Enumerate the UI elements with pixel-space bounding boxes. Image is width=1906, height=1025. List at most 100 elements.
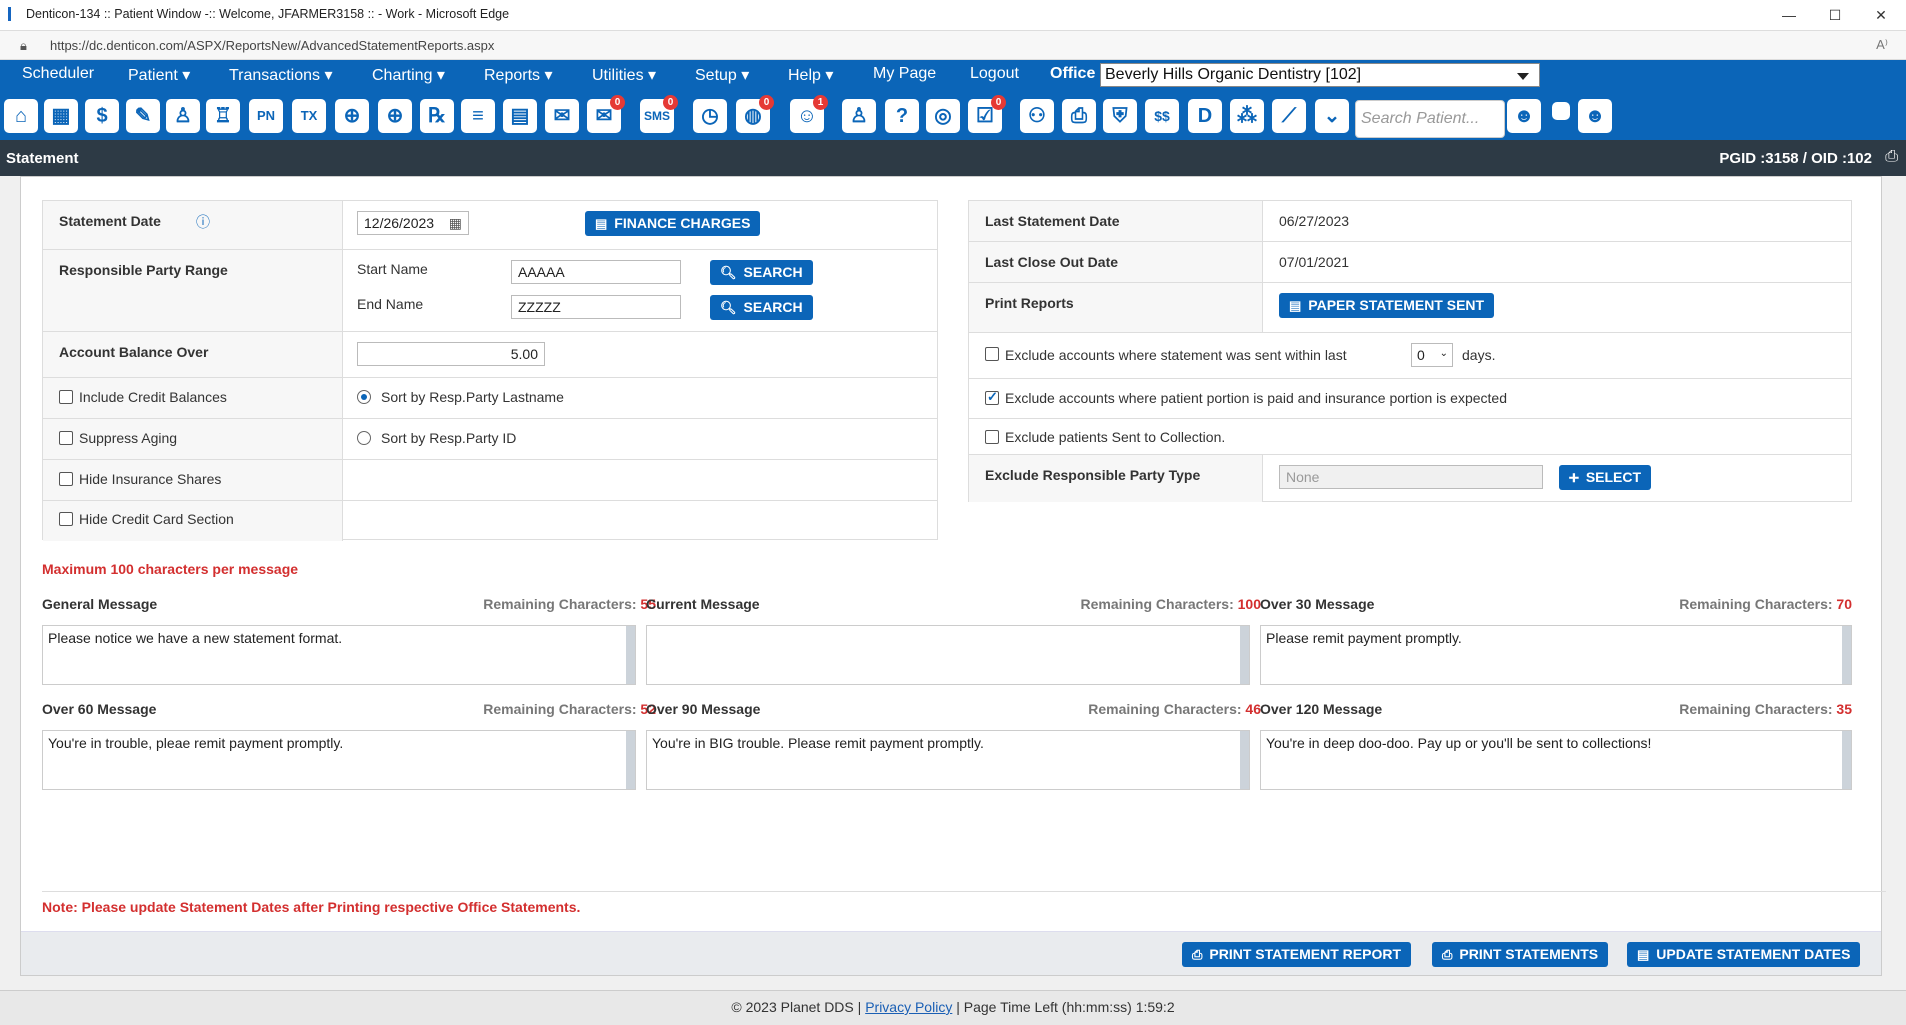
end-search-button[interactable]: 🔍︎ SEARCH — [710, 295, 813, 320]
exclude-days-select[interactable]: 0 ⌄ — [1411, 343, 1453, 367]
suppress-sort-row: Suppress Aging Sort by Resp.Party ID — [43, 419, 937, 460]
sort-id-radio[interactable] — [357, 431, 371, 445]
checklist-badge: 0 — [991, 95, 1006, 110]
start-search-button[interactable]: 🔍︎ SEARCH — [710, 260, 813, 285]
exclude-type-input[interactable]: None — [1279, 465, 1543, 489]
exclude-portion-checkbox[interactable] — [985, 389, 999, 405]
over30-message-textarea[interactable]: Please remit payment promptly. — [1260, 625, 1852, 685]
scrollbar[interactable] — [1842, 731, 1851, 789]
prescription-icon[interactable]: ℞ — [420, 99, 454, 133]
over60-message-textarea[interactable]: You're in trouble, pleae remit payment p… — [42, 730, 636, 790]
menu-utilities[interactable]: Utilities ▾ — [592, 65, 656, 85]
scrollbar[interactable] — [626, 626, 635, 684]
action-bar: ⎙ PRINT STATEMENT REPORT ⎙ PRINT STATEMENT… — [21, 931, 1881, 975]
start-name-input[interactable]: AAAAA — [511, 260, 681, 284]
general-message-textarea[interactable]: Please notice we have a new statement fo… — [42, 625, 636, 685]
checkbox-icon[interactable] — [1552, 102, 1570, 120]
insurance-dollar-icon[interactable]: $$ — [1145, 99, 1179, 133]
exclude-collection-row: Exclude patients Sent to Collection. — [969, 419, 1851, 455]
printer-icon[interactable]: ⎙ — [1062, 99, 1096, 133]
maximize-button[interactable]: ☐ — [1812, 0, 1858, 31]
support-icon[interactable]: ☺ 1 — [790, 95, 828, 133]
end-name-input[interactable]: ZZZZZ — [511, 295, 681, 319]
url-text[interactable]: https://dc.denticon.com/ASPX/ReportsNew/… — [50, 38, 494, 53]
acct-balance-input[interactable]: 5.00 — [357, 342, 545, 366]
select-button[interactable]: ➕︎ SELECT — [1559, 465, 1652, 490]
add-patient-icon[interactable]: ⊕ — [335, 99, 369, 133]
message-icon[interactable]: ✉ 0 — [587, 95, 625, 133]
clock-icon[interactable]: ◷ — [693, 99, 727, 133]
suppress-aging-checkbox[interactable] — [59, 431, 73, 445]
shield-icon[interactable]: ⛨ — [1103, 99, 1137, 133]
menu-charting[interactable]: Charting ▾ — [372, 65, 445, 85]
over90-message-textarea[interactable]: You're in BIG trouble. Please remit paym… — [646, 730, 1250, 790]
select-label: SELECT — [1585, 469, 1642, 485]
web-icon[interactable]: ◍ 0 — [736, 95, 774, 133]
tooth-question-icon[interactable]: ? — [885, 99, 919, 133]
over60-message-title: Over 60 Message — [42, 701, 157, 717]
chart-line-icon[interactable]: ⟋ — [1272, 99, 1306, 133]
info-icon[interactable]: ⓘ — [196, 212, 210, 232]
menu-my-page[interactable]: My Page — [873, 65, 936, 83]
scrollbar[interactable] — [1240, 731, 1249, 789]
print-icon[interactable]: ⎙ — [1885, 148, 1898, 166]
scrollbar[interactable] — [1240, 626, 1249, 684]
notes-icon[interactable]: ≡ — [461, 99, 495, 133]
home-icon[interactable]: ⌂ — [4, 99, 38, 133]
hide-credit-card-checkbox[interactable] — [59, 512, 73, 526]
exclude-collection-checkbox[interactable] — [985, 430, 999, 444]
treatment-icon[interactable]: TX — [292, 99, 326, 133]
scrollbar[interactable] — [1842, 626, 1851, 684]
sort-lastname-radio[interactable] — [357, 390, 371, 404]
tooth-icon[interactable]: ♙ — [842, 99, 876, 133]
update-statement-dates-button[interactable]: ▤ UPDATE STATEMENT DATES — [1627, 942, 1861, 967]
mail-icon[interactable]: ✉ — [545, 99, 579, 133]
privacy-policy-link[interactable]: Privacy Policy — [865, 999, 952, 1015]
paper-statement-sent-button[interactable]: ▤ PAPER STATEMENT SENT — [1279, 293, 1495, 318]
minimize-button[interactable]: — — [1766, 0, 1812, 31]
checklist-icon[interactable]: ☑ 0 — [968, 95, 1006, 133]
globe-icon[interactable]: ◎ — [926, 99, 960, 133]
document-icon: ▤ — [1637, 947, 1650, 962]
sms-icon[interactable]: SMS 0 — [640, 95, 678, 133]
chevrons-down-icon[interactable]: ⌄ — [1315, 99, 1349, 133]
menu-logout[interactable]: Logout — [970, 65, 1019, 83]
print-statements-button[interactable]: ⎙ PRINT STATEMENTS — [1432, 942, 1609, 967]
dollar-icon[interactable]: $ — [85, 99, 119, 133]
group-search-icon[interactable]: ☻ — [1578, 99, 1612, 133]
network-icon[interactable]: ⁂ — [1230, 99, 1264, 133]
search-patient-input[interactable]: Search Patient... — [1355, 100, 1505, 138]
scanner-icon[interactable]: ▤ — [503, 99, 537, 133]
tooth-chart-icon[interactable]: ♙ — [166, 99, 200, 133]
hide-insurance-checkbox[interactable] — [59, 472, 73, 486]
menu-patient[interactable]: Patient ▾ — [128, 65, 190, 85]
menu-setup[interactable]: Setup ▾ — [695, 65, 749, 85]
statement-date-input[interactable]: 12/26/2023 ▦ — [357, 211, 469, 235]
office-select[interactable]: Beverly Hills Organic Dentistry [102] — [1100, 63, 1540, 87]
calendar-icon[interactable]: ▦ — [449, 215, 462, 232]
menu-scheduler[interactable]: Scheduler — [22, 65, 94, 83]
document-d-icon[interactable]: D — [1188, 99, 1222, 133]
statement-date-value: 12/26/2023 — [364, 215, 435, 231]
add-family-icon[interactable]: ⊕ — [378, 99, 412, 133]
scrollbar[interactable] — [626, 731, 635, 789]
statement-date-row: Statement Date ⓘ 12/26/2023 ▦ ▤ FINANCE C… — [43, 201, 937, 250]
tooth-perio-icon[interactable]: ♖ — [206, 99, 240, 133]
progress-notes-icon[interactable]: PN — [249, 99, 283, 133]
close-window-button[interactable]: ✕ — [1858, 0, 1904, 31]
exclude-sent-checkbox[interactable] — [985, 347, 999, 361]
menu-transactions[interactable]: Transactions ▾ — [229, 65, 332, 85]
current-message-textarea[interactable] — [646, 625, 1250, 685]
print-statement-report-button[interactable]: ⎙ PRINT STATEMENT REPORT — [1182, 942, 1411, 967]
calendar-icon[interactable]: ▦ — [44, 99, 78, 133]
menu-reports[interactable]: Reports ▾ — [484, 65, 553, 85]
printer-icon: ⎙ — [1442, 947, 1453, 962]
read-aloud-icon[interactable]: A⁾ — [1876, 37, 1888, 53]
finance-charges-button[interactable]: ▤ FINANCE CHARGES — [585, 211, 761, 236]
family-icon[interactable]: ⚇ — [1020, 99, 1054, 133]
patient-search-icon[interactable]: ☻ — [1507, 99, 1541, 133]
include-credit-checkbox[interactable] — [59, 390, 73, 404]
edit-list-icon[interactable]: ✎ — [126, 99, 160, 133]
over120-message-textarea[interactable]: You're in deep doo-doo. Pay up or you'll… — [1260, 730, 1852, 790]
menu-help[interactable]: Help ▾ — [788, 65, 833, 85]
